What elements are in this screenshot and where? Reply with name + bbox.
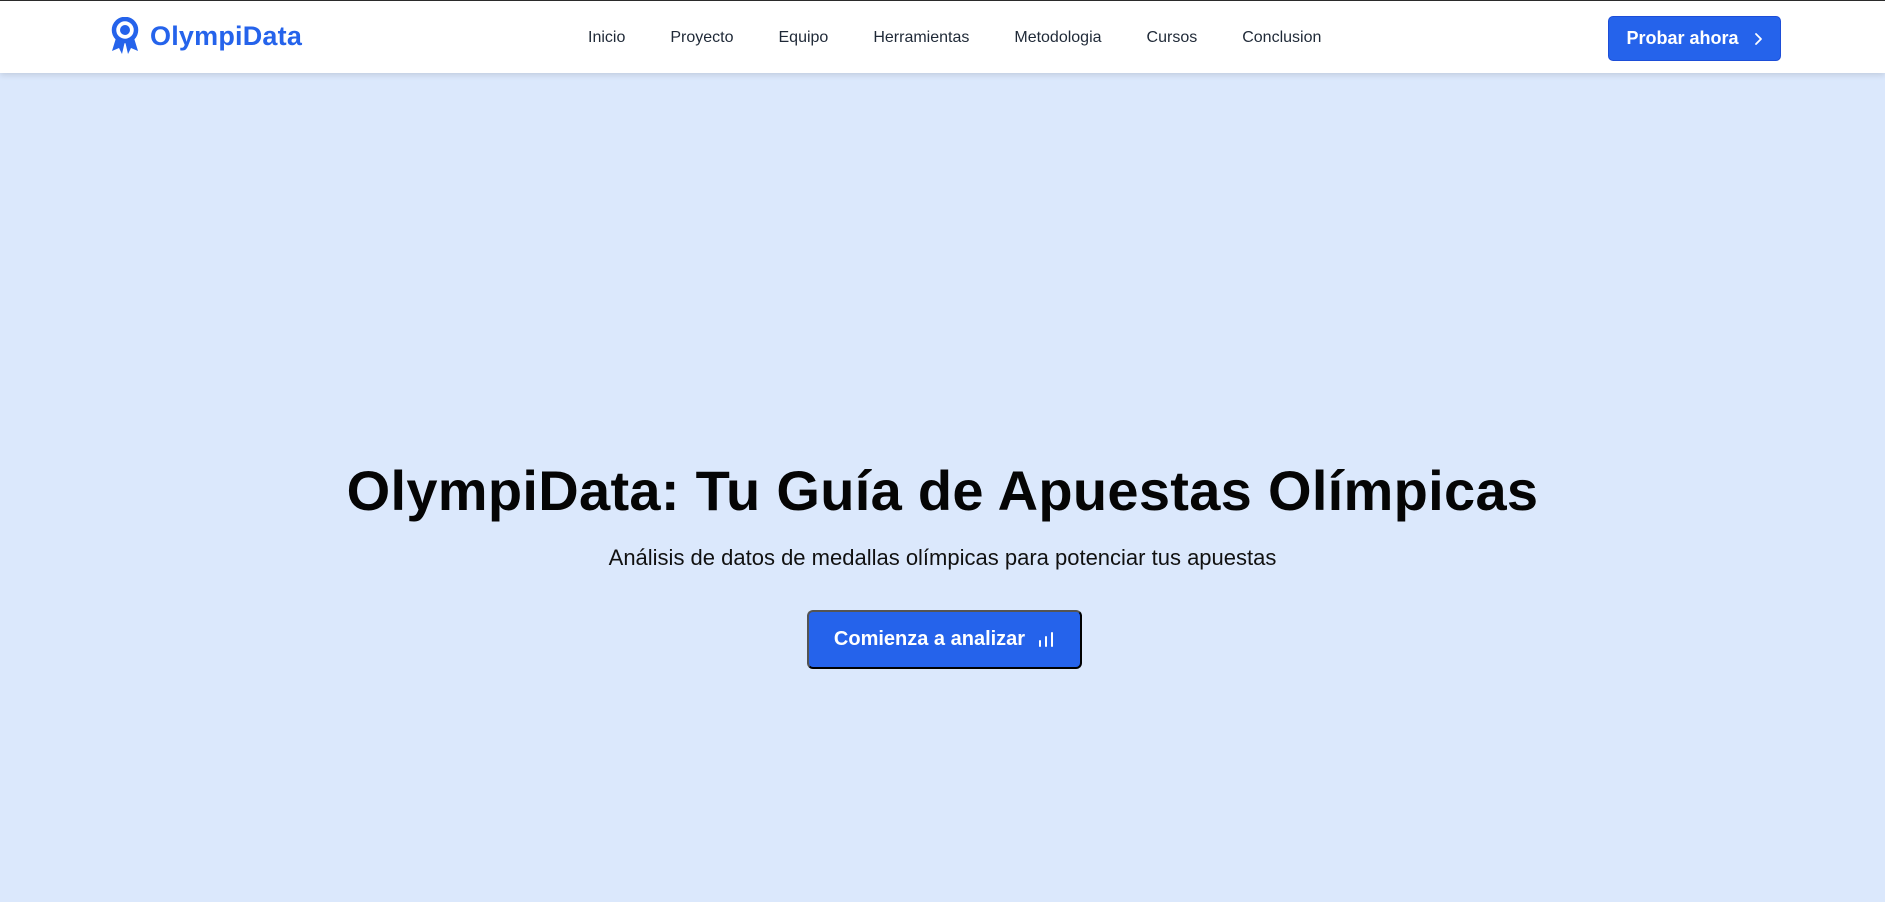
award-icon [110,17,140,55]
nav-link-cursos[interactable]: Cursos [1147,29,1198,47]
bar-chart-icon [1037,631,1055,649]
nav-link-conclusion[interactable]: Conclusion [1242,29,1321,47]
chevron-right-icon [1753,32,1763,46]
hero-title: OlympiData: Tu Guía de Apuestas Olímpica… [346,459,1539,522]
start-analyzing-label: Comienza a analizar [833,628,1026,650]
hero-section: OlympiData: Tu Guía de Apuestas Olímpica… [0,73,1885,902]
try-now-button[interactable]: Probar ahora [1608,16,1781,61]
nav-link-proyecto[interactable]: Proyecto [670,29,733,47]
nav-link-equipo[interactable]: Equipo [779,29,829,47]
navbar: OlympiData Inicio Proyecto Equipo Herram… [0,0,1885,73]
brand-name: OlympiData [150,20,303,51]
brand-logo-link[interactable]: OlympiData [110,17,302,55]
start-analyzing-button[interactable]: Comienza a analizar [807,610,1082,669]
main-nav: Inicio Proyecto Equipo Herramientas Meto… [588,1,1321,74]
nav-link-herramientas[interactable]: Herramientas [873,29,969,47]
try-now-label: Probar ahora [1626,28,1739,48]
hero-subtitle: Análisis de datos de medallas olímpicas … [608,545,1277,570]
nav-link-metodologia[interactable]: Metodologia [1014,29,1101,47]
nav-link-inicio[interactable]: Inicio [588,29,625,47]
